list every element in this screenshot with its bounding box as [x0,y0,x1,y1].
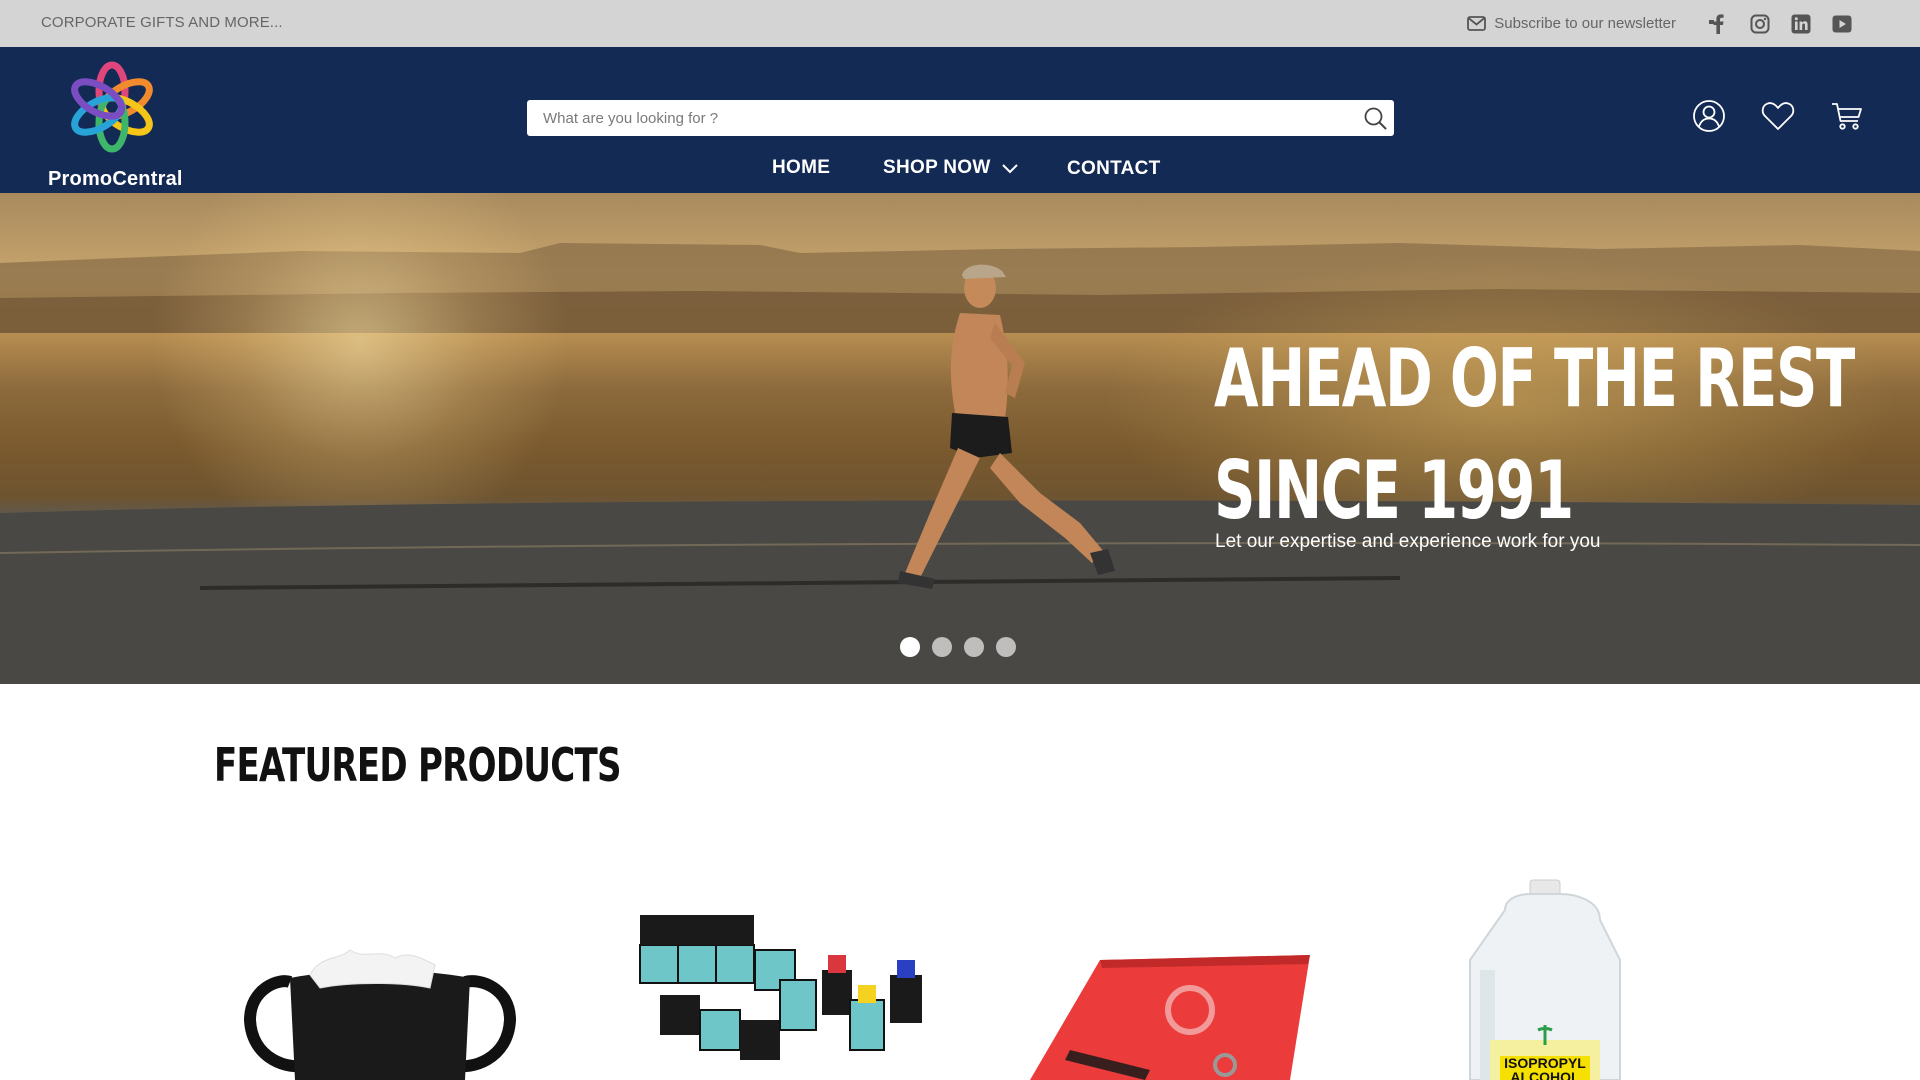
hero-title-line1: AHEAD OF THE REST [1214,332,1855,425]
nav-contact-label: CONTACT [1067,158,1161,179]
carousel-dots [900,637,1016,657]
instagram-icon[interactable] [1739,0,1780,47]
search-icon[interactable] [1362,105,1388,131]
brand-logo[interactable]: PromoCentral [48,61,182,190]
product-isopropyl-alcohol[interactable]: ISOPROPYL ALCOHOL [1450,860,1650,1080]
user-icon[interactable] [1692,99,1726,133]
tagline: CORPORATE GIFTS AND MORE... [41,14,283,31]
search-input[interactable] [527,100,1347,136]
youtube-icon[interactable] [1821,0,1862,47]
carousel-dot-2[interactable] [932,637,952,657]
product-branded-cubes[interactable] [600,860,930,1080]
linkedin-icon[interactable] [1780,0,1821,47]
mail-icon [1467,16,1487,31]
carousel-dot-1[interactable] [900,637,920,657]
top-bar-links: Subscribe to our newsletter [1467,0,1862,47]
carousel-dot-4[interactable] [996,637,1016,657]
facebook-icon[interactable] [1698,0,1739,47]
hero-runner [898,264,1115,589]
hero-subtitle: Let our expertise and experience work fo… [1215,531,1601,552]
nav-shop-label: SHOP NOW [883,157,991,178]
newsletter-label: Subscribe to our newsletter [1494,15,1676,32]
hero-banner: AHEAD OF THE REST SINCE 1991 Let our exp… [0,193,1920,684]
search-bar [527,100,1394,136]
product-red-notebook[interactable] [1010,860,1320,1080]
brand-name: PromoCentral [48,168,183,190]
nav-home-label: HOME [772,157,831,178]
heart-icon[interactable] [1761,99,1795,133]
cart-icon[interactable] [1830,99,1864,133]
nav-home[interactable]: HOME [772,157,830,179]
carousel-dot-3[interactable] [964,637,984,657]
top-bar: CORPORATE GIFTS AND MORE... Subscribe to… [0,0,1920,47]
hero-title: AHEAD OF THE REST SINCE 1991 [1214,323,1855,547]
chevron-down-icon [1001,164,1018,174]
product-face-mask[interactable] [230,860,530,1080]
featured-products-heading: FEATURED PRODUCTS [214,738,622,792]
label-line2: ALCOHOL [1510,1069,1580,1080]
site-header: PromoCentral HOME SHOP NOW CONTACT [0,47,1920,193]
nav-shop-now[interactable]: SHOP NOW [883,157,1019,179]
header-actions [1692,99,1864,133]
logo-mark [71,61,153,153]
newsletter-link[interactable]: Subscribe to our newsletter [1467,15,1676,32]
nav-contact[interactable]: CONTACT [1067,158,1161,180]
